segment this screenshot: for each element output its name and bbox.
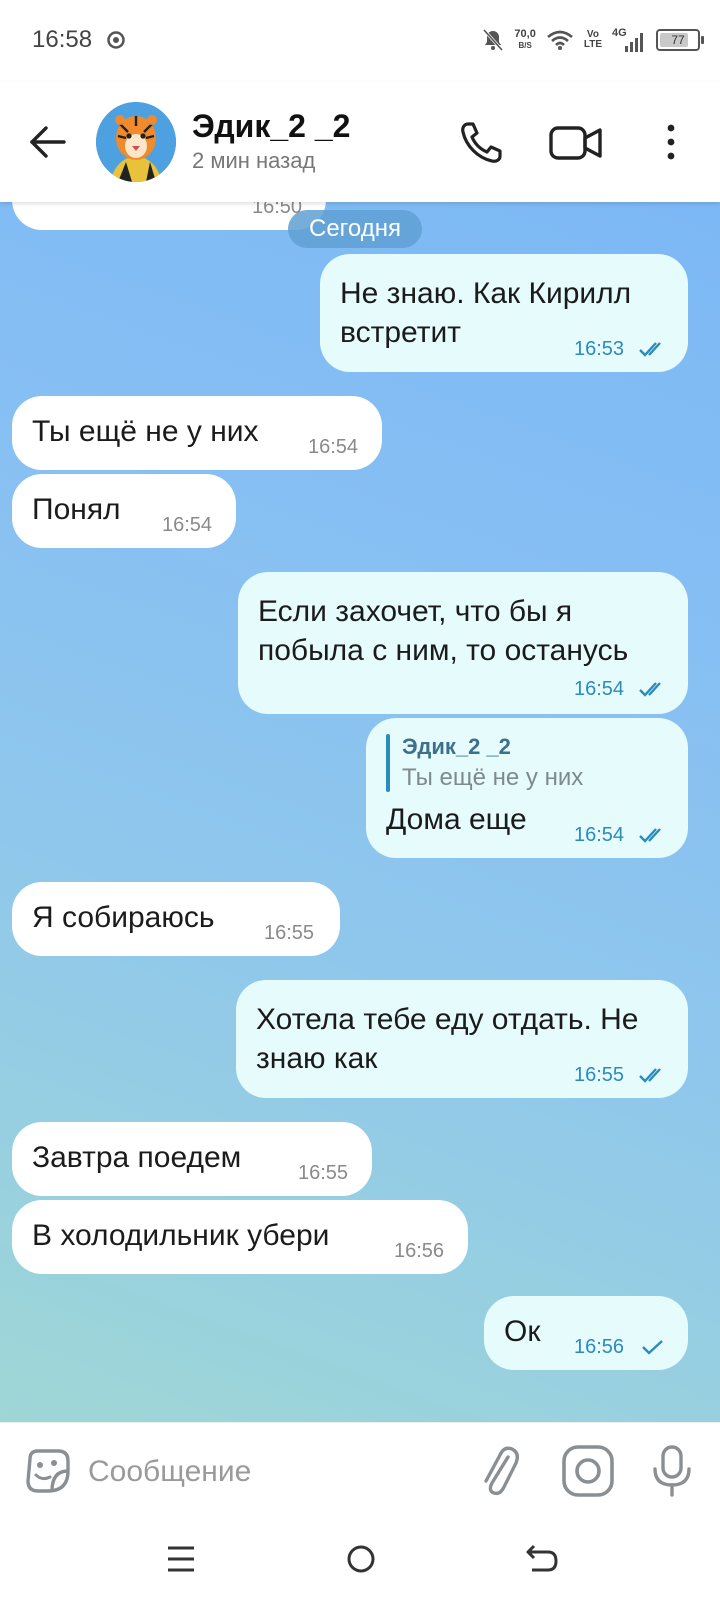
message-time: 16:53: [574, 338, 625, 360]
signal-icon: 4G: [612, 27, 646, 53]
recent-apps-icon[interactable]: [164, 1542, 198, 1576]
message-time: 16:54: [162, 514, 213, 536]
message-outgoing[interactable]: Хотела тебе еду отдать. Не знаю как 16:5…: [236, 980, 688, 1098]
date-separator: Сегодня: [288, 210, 422, 248]
message-outgoing[interactable]: Ок 16:56: [484, 1296, 688, 1370]
message-text: Я собираюсь: [32, 901, 215, 934]
microphone-icon[interactable]: [648, 1443, 696, 1499]
message-text: В холодильник убери: [32, 1219, 330, 1252]
net-speed-unit: B/S: [518, 41, 532, 50]
message-incoming[interactable]: Ты ещё не у них 16:54: [12, 396, 382, 470]
message-time: 16:55: [298, 1162, 349, 1184]
avatar[interactable]: [96, 102, 176, 182]
reply-quote-bar: [386, 734, 390, 792]
reply-author: Эдик_2 _2: [402, 734, 511, 759]
message-time: 16:55: [574, 1064, 625, 1086]
message-time: 16:56: [394, 1240, 445, 1262]
status-time: 16:58: [32, 26, 93, 53]
last-seen-status: 2 мин назад: [192, 148, 316, 173]
data-saver-icon: [107, 31, 125, 49]
sticker-icon[interactable]: [22, 1445, 74, 1497]
message-time: 16:55: [264, 922, 315, 944]
signal-bars-icon: [625, 33, 643, 52]
message-text: Если захочет, что бы я побыла с ним, то …: [258, 595, 629, 667]
video-camera-icon[interactable]: [548, 118, 604, 168]
volte-bottom: LTE: [583, 39, 602, 50]
tiger-avatar-image: [96, 102, 176, 182]
message-incoming[interactable]: Завтра поедем 16:55: [12, 1122, 372, 1196]
phone-icon[interactable]: [456, 118, 506, 168]
status-bar: 16:58 70,0 B/S Vo LTE 4G 77: [0, 0, 720, 82]
chat-header: Эдик_2 _2 2 мин назад: [0, 82, 720, 202]
net-speed: 70,0 B/S: [514, 29, 535, 51]
message-time: 16:54: [574, 824, 625, 846]
message-incoming[interactable]: Понял 16:54: [12, 474, 236, 548]
wifi-icon: [547, 30, 573, 50]
message-time: 16:54: [308, 436, 359, 458]
single-check-icon: [642, 1340, 663, 1355]
paperclip-icon[interactable]: [474, 1443, 524, 1499]
net-speed-value: 70,0: [514, 28, 536, 40]
reply-text: Ты ещё не у них: [402, 764, 584, 791]
message-outgoing[interactable]: Если захочет, что бы я побыла с ним, то …: [238, 572, 688, 714]
message-partial[interactable]: 16:50: [12, 202, 326, 230]
message-time: 16:56: [574, 1336, 625, 1358]
double-check-icon: [639, 682, 661, 697]
message-text: Завтра поедем: [32, 1141, 242, 1174]
message-incoming[interactable]: Я собираюсь 16:55: [12, 882, 340, 956]
double-check-icon: [639, 828, 661, 843]
arrow-left-icon[interactable]: [26, 120, 70, 164]
home-icon[interactable]: [342, 1540, 380, 1578]
message-text: Дома еще: [386, 803, 527, 836]
message-text: Понял: [32, 493, 121, 526]
more-vertical-icon[interactable]: [656, 118, 686, 168]
message-text: Ты ещё не у них: [32, 415, 259, 448]
back-nav-icon[interactable]: [522, 1540, 562, 1578]
status-icons: 70,0 B/S Vo LTE 4G 77: [482, 22, 704, 58]
message-input[interactable]: [86, 1447, 460, 1497]
message-incoming[interactable]: В холодильник убери 16:56: [12, 1200, 468, 1274]
mute-notifications-icon: [483, 28, 504, 52]
chat-messages[interactable]: 16:50 Сегодня Не знаю. Как Кирилл встрет…: [0, 202, 720, 1422]
double-check-icon: [639, 1068, 661, 1083]
double-check-icon: [639, 342, 661, 357]
contact-name[interactable]: Эдик_2 _2: [192, 108, 350, 145]
message-input-bar: [0, 1422, 720, 1519]
system-navigation-bar: [0, 1518, 720, 1612]
message-time: 16:54: [574, 678, 625, 700]
battery-icon: 77: [656, 29, 704, 51]
volte-indicator: Vo LTE: [584, 30, 602, 50]
instagram-camera-icon[interactable]: [560, 1443, 616, 1499]
message-text: Ок: [504, 1315, 541, 1348]
message-outgoing-reply[interactable]: Эдик_2 _2 Ты ещё не у них Дома еще 16:54: [366, 718, 688, 858]
message-outgoing[interactable]: Не знаю. Как Кирилл встретит 16:53: [320, 254, 688, 372]
battery-level: 77: [671, 33, 685, 47]
